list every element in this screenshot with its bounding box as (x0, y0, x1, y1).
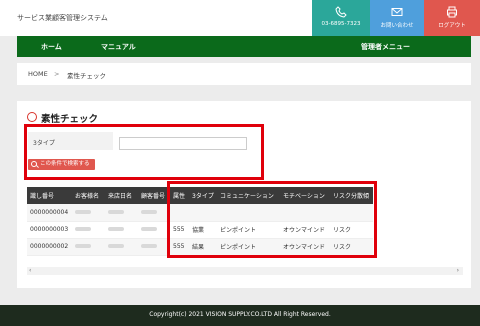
page-title: 素性チェック (41, 114, 99, 125)
cell-id: 0000000003 (27, 221, 72, 239)
cell-redacted (72, 221, 105, 239)
logout-button[interactable]: ログアウト (424, 0, 480, 36)
scroll-right-arrow-icon[interactable]: › (457, 267, 459, 274)
cell-redacted (138, 204, 170, 222)
col-header[interactable]: 来店日名 (105, 187, 138, 204)
cell-redacted (105, 238, 138, 256)
highlight-box-columns (167, 181, 377, 258)
col-header[interactable]: お客様名 (72, 187, 105, 204)
main-nav: ホーム マニュアル 管理者メニュー (17, 36, 471, 57)
highlight-box-filter (24, 124, 264, 180)
phone-number: 03-6895-7323 (321, 21, 361, 27)
mail-icon (391, 8, 403, 16)
col-header[interactable]: 顧客番号 (138, 187, 170, 204)
printer-icon (447, 6, 457, 18)
cell-redacted (105, 204, 138, 222)
col-header[interactable]: 識し番号 (27, 187, 72, 204)
breadcrumb: HOME > 素性チェック (17, 63, 471, 85)
nav-home[interactable]: ホーム (41, 42, 62, 52)
cell-redacted (72, 238, 105, 256)
contact-button[interactable]: お問い合わせ (370, 0, 424, 36)
cell-redacted (138, 238, 170, 256)
nav-manual[interactable]: マニュアル (101, 42, 136, 52)
horizontal-scrollbar[interactable]: ‹ › (27, 267, 463, 275)
logout-label: ログアウト (438, 23, 466, 29)
breadcrumb-home[interactable]: HOME (28, 70, 48, 78)
cell-id: 0000000002 (27, 238, 72, 256)
phone-icon (335, 6, 347, 18)
scroll-left-arrow-icon[interactable]: ‹ (29, 267, 31, 274)
phone-button[interactable]: 03-6895-7323 (312, 0, 370, 36)
cell-redacted (138, 221, 170, 239)
copyright-text: Copyright(c) 2021 VISION SUPPLY.CO.LTD A… (149, 311, 331, 318)
footer: Copyright(c) 2021 VISION SUPPLY.CO.LTD A… (0, 305, 480, 326)
breadcrumb-current: 素性チェック (67, 72, 106, 80)
app-title: サービス業顧客管理システム (17, 14, 108, 22)
breadcrumb-separator: > (54, 70, 60, 78)
cell-id: 0000000004 (27, 204, 72, 222)
contact-label: お問い合わせ (380, 23, 414, 29)
top-bar: サービス業顧客管理システム 03-6895-7323 お問い合わせ ログアウト (0, 0, 480, 36)
title-circle-icon (27, 112, 37, 122)
cell-redacted (105, 221, 138, 239)
cell-redacted (72, 204, 105, 222)
nav-admin-menu[interactable]: 管理者メニュー (361, 42, 410, 52)
